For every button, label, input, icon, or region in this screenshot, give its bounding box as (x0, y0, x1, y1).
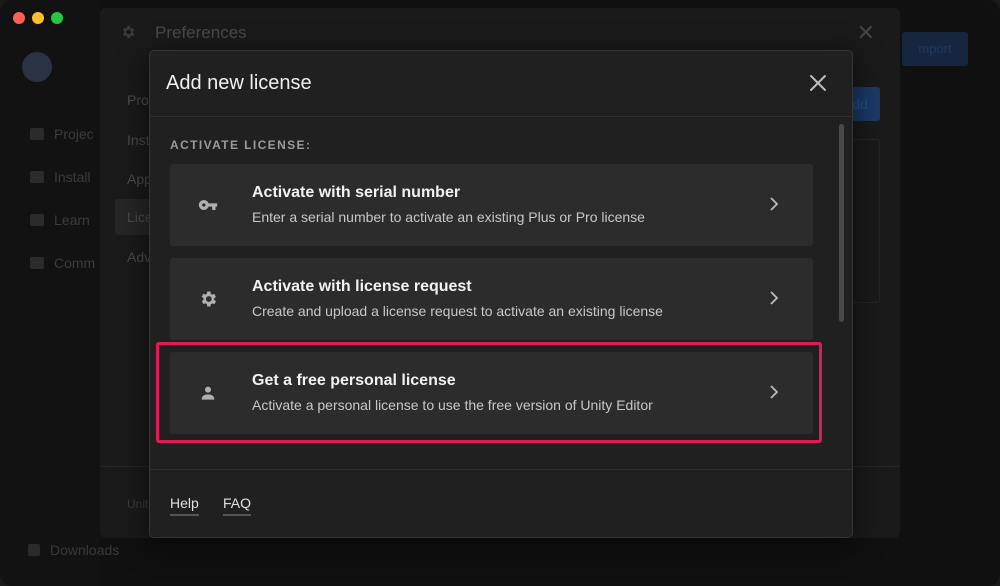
background-import-button: mport (902, 32, 968, 66)
gear-icon (201, 291, 216, 307)
option-description: Enter a serial number to activate an exi… (252, 209, 645, 225)
option-title: Activate with serial number (252, 184, 461, 201)
option-description: Create and upload a license request to a… (252, 303, 663, 319)
window-controls (13, 12, 63, 24)
graduation-cap-icon (30, 214, 44, 226)
option-description: Activate a personal license to use the f… (252, 397, 653, 413)
activate-license-request-option[interactable]: Activate with license request Create and… (170, 258, 813, 340)
sidebar-item-learn: Learn (30, 212, 90, 228)
dialog-header: Add new license (150, 51, 852, 117)
window-maximize-button[interactable] (51, 12, 63, 24)
free-personal-license-option[interactable]: Get a free personal license Activate a p… (170, 352, 813, 434)
preferences-close-icon: ✕ (856, 20, 875, 45)
chevron-right-icon (770, 385, 779, 399)
close-icon[interactable] (808, 73, 828, 93)
gear-icon (122, 26, 135, 38)
add-license-dialog: Add new license ACTIVATE LICENSE: Activa… (149, 50, 853, 538)
download-icon (28, 544, 40, 556)
folder-icon (30, 128, 44, 140)
sidebar-item-projects: Projec (30, 126, 94, 142)
chevron-right-icon (770, 197, 779, 211)
window-close-button[interactable] (13, 12, 25, 24)
activate-serial-number-option[interactable]: Activate with serial number Enter a seri… (170, 164, 813, 246)
dialog-footer: Help FAQ (150, 469, 852, 537)
key-icon (198, 200, 218, 210)
people-icon (30, 257, 44, 269)
background-footer-text: Unit (127, 497, 149, 511)
chevron-right-icon (770, 291, 779, 305)
person-icon (201, 386, 215, 400)
sidebar-item-installs: Install (30, 169, 91, 185)
window-minimize-button[interactable] (32, 12, 44, 24)
faq-link[interactable]: FAQ (223, 495, 252, 516)
sidebar-item-community: Comm (30, 255, 95, 271)
app-window: Projec Install Learn Comm Downloads mpor… (0, 0, 1000, 586)
section-label: ACTIVATE LICENSE: (170, 138, 312, 152)
dialog-title: Add new license (166, 72, 312, 94)
option-title: Get a free personal license (252, 372, 456, 389)
background-sidebar: Projec Install Learn Comm Downloads (0, 0, 119, 586)
lock-icon (30, 171, 44, 183)
help-link[interactable]: Help (170, 495, 199, 516)
sidebar-downloads: Downloads (28, 542, 119, 558)
preferences-title: Preferences (155, 23, 247, 42)
option-title: Activate with license request (252, 278, 472, 295)
dialog-scrollbar[interactable] (839, 124, 844, 322)
avatar (22, 52, 52, 82)
